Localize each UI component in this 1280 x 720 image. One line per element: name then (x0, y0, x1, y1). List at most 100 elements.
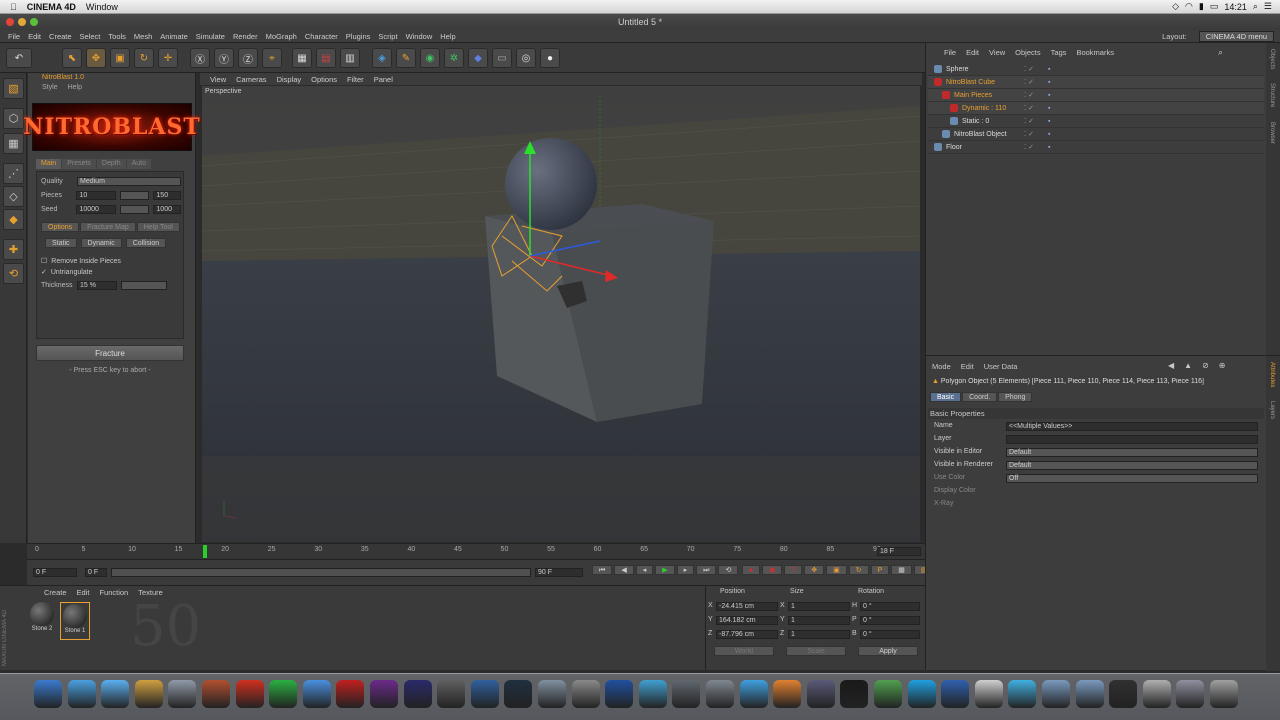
pieces-field[interactable]: 10 (76, 190, 116, 200)
realflow-icon[interactable] (605, 680, 634, 708)
floor-icon[interactable]: ▭ (492, 48, 512, 68)
vpn-icon[interactable] (773, 680, 802, 708)
window-menu[interactable]: Window (86, 2, 118, 12)
autokey-icon[interactable]: ◉ (762, 565, 783, 575)
vp-menu-view[interactable]: View (210, 75, 226, 84)
seed-max[interactable]: 1000 (153, 204, 181, 214)
obj-menu-view[interactable]: View (989, 48, 1005, 57)
visibility-dots[interactable]: ⁚ ✓ (1024, 143, 1034, 151)
attr-field[interactable]: <<Multiple Values>> (1006, 422, 1258, 431)
z-axis-icon[interactable]: Ⓩ (238, 48, 258, 68)
attr-field[interactable]: Default (1006, 461, 1258, 470)
attr-tab-coord[interactable]: Coord. (962, 392, 998, 402)
layout-select[interactable]: CINEMA 4D menu (1198, 30, 1274, 42)
apple-icon[interactable]:  (10, 2, 17, 12)
tag-icon[interactable]: ▪ (1048, 118, 1050, 125)
mat-menu-create[interactable]: Create (44, 588, 67, 597)
obj-menu-tags[interactable]: Tags (1051, 48, 1067, 57)
terminal-icon[interactable] (840, 680, 869, 708)
model-mode-icon[interactable]: ⬡ (3, 108, 24, 129)
pieces-slider[interactable] (119, 190, 150, 200)
menu-mesh[interactable]: Mesh (134, 32, 152, 41)
transform-icon[interactable]: ✛ (158, 48, 178, 68)
next-frame-icon[interactable]: ▸ (676, 565, 695, 575)
object-row[interactable]: Sphere ⁚ ✓ ▪ (928, 63, 1264, 76)
keyframe-icon[interactable]: ? (784, 565, 803, 575)
wunderlist-icon[interactable] (739, 680, 768, 708)
spotify-icon[interactable] (269, 680, 298, 708)
premiere-icon[interactable] (370, 680, 398, 708)
size-mode-select[interactable]: Scale (786, 646, 846, 656)
sketchbook-icon[interactable] (235, 680, 264, 708)
material-swatch[interactable]: Stone 1 (60, 602, 90, 640)
subtab-help-tool[interactable]: Help Tool (136, 222, 180, 232)
rotate-icon[interactable]: ↻ (134, 48, 154, 68)
tab-main[interactable]: Main (36, 159, 62, 169)
search-icon[interactable]: ⌕ (1218, 47, 1223, 58)
app-menu[interactable]: CINEMA 4D (27, 2, 76, 12)
subdivision-icon[interactable]: ◉ (420, 48, 440, 68)
close-icon[interactable] (6, 18, 14, 26)
side-tab-layers[interactable]: Layers (1269, 401, 1275, 419)
material-swatch[interactable]: Stone 2 (28, 602, 56, 638)
minimize-icon[interactable] (18, 18, 26, 26)
menu-help[interactable]: Help (68, 83, 82, 93)
thickness-slider[interactable] (121, 280, 167, 290)
attr-field[interactable] (1006, 435, 1258, 444)
tag-icon[interactable]: ▪ (1048, 79, 1050, 86)
camera-icon[interactable]: ◎ (516, 48, 536, 68)
coord-system-icon[interactable]: ⌖ (262, 48, 282, 68)
photobooth-icon[interactable] (168, 680, 197, 708)
visibility-dots[interactable]: ⁚ ✓ (1024, 91, 1034, 99)
aftereffects-icon[interactable] (403, 680, 432, 708)
quality-select[interactable]: Medium (77, 176, 181, 186)
new-icon[interactable]: ⊕ (1219, 361, 1226, 370)
dropbox-icon[interactable]: ◇ (1172, 1, 1179, 12)
attr-menu-edit[interactable]: Edit (961, 362, 974, 371)
menu-render[interactable]: Render (233, 32, 258, 41)
preview-icon[interactable] (134, 680, 163, 708)
menu-mograph[interactable]: MoGraph (266, 32, 297, 41)
object-row[interactable]: Floor ⁚ ✓ ▪ (928, 141, 1264, 154)
menu-window[interactable]: Window (406, 32, 433, 41)
param-key-icon[interactable]: P (870, 565, 890, 575)
battery-icon[interactable]: ▭ (1210, 1, 1219, 12)
undo-icon[interactable]: ↶ (6, 48, 32, 68)
attr-tab-phong[interactable]: Phong (998, 392, 1033, 402)
position-field[interactable]: -24.415 cm (716, 602, 778, 611)
object-row[interactable]: NitroBlast Cube ⁚ ✓ ▪ (928, 76, 1264, 89)
snap-icon[interactable]: ⟲ (3, 263, 24, 284)
obj-menu-edit[interactable]: Edit (966, 48, 979, 57)
trash-icon[interactable] (1210, 680, 1238, 708)
object-name[interactable]: NitroBlast Cube (946, 79, 1036, 86)
collision-button[interactable]: Collision (125, 238, 167, 248)
goto-start-icon[interactable]: ⏮ (592, 565, 613, 575)
move-icon[interactable]: ✥ (86, 48, 106, 68)
y-axis-icon[interactable]: Ⓨ (214, 48, 234, 68)
attr-menu-mode[interactable]: Mode (932, 362, 951, 371)
deformer-icon[interactable]: ◆ (468, 48, 488, 68)
cube-icon[interactable]: ◈ (372, 48, 392, 68)
thickness-field[interactable]: 15 % (77, 280, 117, 290)
menu-help[interactable]: Help (440, 32, 455, 41)
flash-icon[interactable] (336, 680, 365, 708)
light-icon[interactable]: ● (540, 48, 560, 68)
obj-menu-bookmarks[interactable]: Bookmarks (1076, 48, 1114, 57)
attr-menu-userdata[interactable]: User Data (984, 362, 1018, 371)
finalcut-icon[interactable] (437, 680, 466, 708)
dropzone-icon[interactable] (638, 680, 667, 708)
finder-icon[interactable] (34, 680, 62, 708)
browser-icon[interactable] (974, 680, 1003, 708)
vp-menu-cameras[interactable]: Cameras (236, 75, 266, 84)
position-field[interactable]: 164.182 cm (716, 616, 778, 625)
visibility-dots[interactable]: ⁚ ✓ (1024, 117, 1034, 125)
back-arrow-icon[interactable]: ◀ (1168, 361, 1174, 370)
visibility-dots[interactable]: ⁚ ✓ (1024, 65, 1034, 73)
side-tab-attributes[interactable]: Attributes (1269, 362, 1275, 387)
avatar-icon[interactable] (1142, 680, 1171, 708)
polygons-mode-icon[interactable]: ◆ (3, 209, 24, 230)
object-row[interactable]: NitroBlast Object ⁚ ✓ ▪ (928, 128, 1264, 141)
attr-field[interactable]: Off (1006, 474, 1258, 483)
timeline[interactable]: 051015202530354045505560657075808590 18 … (27, 543, 925, 559)
render-settings-icon[interactable]: ▥ (340, 48, 360, 68)
